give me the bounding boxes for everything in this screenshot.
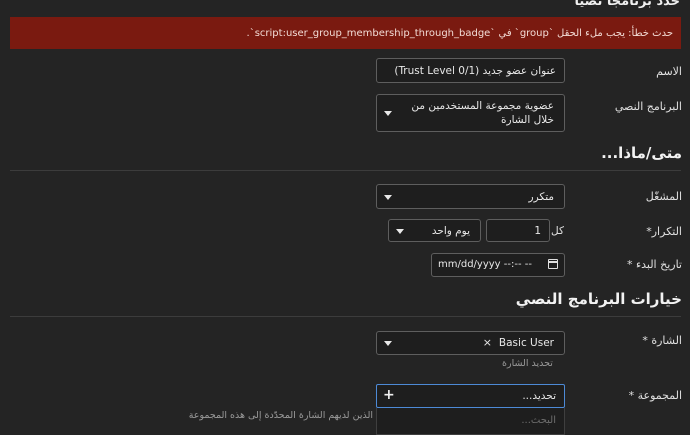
badge-select[interactable]: Basic User × xyxy=(376,331,565,355)
recurrence-count-value: 1 xyxy=(534,224,541,237)
badge-hint: تحديد الشارة xyxy=(502,358,553,369)
plus-icon[interactable]: + xyxy=(383,387,395,403)
section-divider xyxy=(10,316,681,317)
page-title: حدّد برنامجًا نصيًا xyxy=(574,0,680,9)
close-icon[interactable]: × xyxy=(483,336,492,349)
group-label: المجموعة * xyxy=(628,389,682,402)
group-hint: الذين لديهم الشارة المحدّدة إلى هذه المج… xyxy=(188,410,373,421)
trigger-select-value: متكرر xyxy=(528,190,554,203)
group-search-placeholder: البحث... xyxy=(521,415,556,426)
recurrence-every-label: كل xyxy=(551,225,564,237)
group-search-input[interactable]: البحث... xyxy=(376,408,565,435)
recurrence-unit-value: يوم واحد xyxy=(431,224,470,237)
recurrence-count-input[interactable]: 1 xyxy=(486,219,550,242)
section-divider xyxy=(10,170,681,171)
name-label: الاسم xyxy=(656,65,682,78)
options-section-title: خيارات البرنامج النصي xyxy=(515,290,682,308)
calendar-icon[interactable] xyxy=(548,259,558,269)
badge-label: الشارة * xyxy=(642,334,682,347)
chevron-down-icon xyxy=(384,341,392,346)
chevron-down-icon xyxy=(384,194,392,200)
error-banner: حدث خطأ: يجب ملء الحقل `group` في `scrip… xyxy=(10,17,681,49)
badge-select-value: Basic User xyxy=(498,337,554,349)
recurrence-label: التكرار* xyxy=(646,225,682,238)
start-date-label: تاريخ البدء * xyxy=(626,258,682,271)
script-select-value: عضوية مجموعة المستخدمين من خلال الشارة xyxy=(411,100,554,126)
name-input-value: عنوان عضو جديد (Trust Level 0/1) xyxy=(394,64,556,77)
trigger-label: المشغّل xyxy=(645,190,682,203)
automation-script-form: حدّد برنامجًا نصيًا حدث خطأ: يجب ملء الح… xyxy=(0,0,690,435)
chevron-down-icon xyxy=(396,228,404,234)
script-label: البرنامج النصي xyxy=(614,100,682,113)
error-message: حدث خطأ: يجب ملء الحقل `group` في `scrip… xyxy=(246,27,673,39)
script-select[interactable]: عضوية مجموعة المستخدمين من خلال الشارة xyxy=(376,94,565,132)
start-date-placeholder: mm/dd/yyyy --:-- -- xyxy=(438,259,532,270)
trigger-section-title: متى/ماذا... xyxy=(601,144,682,162)
group-select[interactable]: تحديد... + xyxy=(376,384,565,408)
chevron-down-icon xyxy=(384,111,392,116)
start-date-input[interactable]: mm/dd/yyyy --:-- -- xyxy=(431,253,565,277)
group-select-placeholder: تحديد... xyxy=(522,390,556,402)
name-input[interactable]: عنوان عضو جديد (Trust Level 0/1) xyxy=(376,58,565,83)
trigger-select[interactable]: متكرر xyxy=(376,184,565,209)
recurrence-unit-select[interactable]: يوم واحد xyxy=(388,219,481,242)
